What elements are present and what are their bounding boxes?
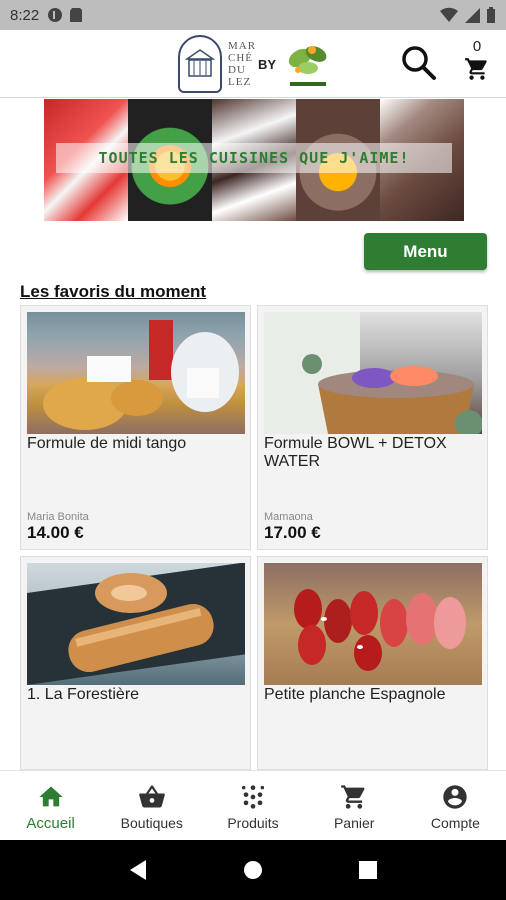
banner-text: TOUTES LES CUISINES QUE J'AIME! bbox=[98, 149, 410, 167]
logo-by: BY bbox=[258, 56, 277, 72]
status-time: 8:22 bbox=[10, 6, 40, 24]
nav-label: Panier bbox=[333, 815, 375, 831]
recents-button[interactable] bbox=[348, 850, 388, 890]
brand-logo[interactable]: MAR CHÉ DU LEZ BY bbox=[178, 34, 334, 94]
product-card[interactable]: 1. La Forestière bbox=[20, 556, 251, 770]
nav-label: Compte bbox=[430, 815, 480, 831]
logo-text: MAR CHÉ DU LEZ bbox=[228, 40, 257, 88]
promo-banner[interactable]: TOUTES LES CUISINES QUE J'AIME! bbox=[44, 99, 464, 221]
signal-icon bbox=[465, 8, 480, 23]
product-card[interactable]: Formule BOWL + DETOX WATER Mamaona 17.00… bbox=[257, 305, 488, 550]
cart-icon bbox=[341, 785, 365, 809]
product-image bbox=[264, 563, 482, 685]
nav-panier[interactable]: Panier bbox=[304, 771, 405, 840]
status-bar: 8:22 bbox=[0, 0, 506, 30]
nav-label: Boutiques bbox=[120, 815, 183, 831]
battery-icon bbox=[487, 7, 495, 23]
product-price: 14.00 € bbox=[27, 523, 84, 542]
cart-icon bbox=[465, 58, 487, 80]
account-icon bbox=[443, 785, 468, 809]
system-navigation-bar bbox=[0, 840, 506, 900]
product-name: Formule BOWL + DETOX WATER bbox=[264, 435, 447, 470]
product-card[interactable]: Formule de midi tango Maria Bonita 14.00… bbox=[20, 305, 251, 550]
nav-label: Produits bbox=[227, 815, 279, 831]
nav-produits[interactable]: Produits bbox=[202, 771, 303, 840]
app-notification-icon bbox=[48, 8, 63, 22]
product-card[interactable]: Petite planche Espagnole bbox=[257, 556, 488, 770]
bottom-navigation: Accueil Boutiques Produits Panier Compte bbox=[0, 770, 506, 840]
product-image bbox=[264, 312, 482, 434]
recents-square-icon bbox=[359, 861, 378, 879]
wifi-icon bbox=[440, 7, 458, 23]
product-image bbox=[27, 563, 245, 685]
basket-icon bbox=[138, 785, 165, 808]
back-triangle-icon bbox=[129, 860, 146, 880]
nav-compte[interactable]: Compte bbox=[405, 771, 506, 840]
banner-caption: TOUTES LES CUISINES QUE J'AIME! bbox=[56, 143, 452, 173]
cart-count-badge: 0 bbox=[472, 38, 482, 55]
search-icon bbox=[402, 46, 436, 80]
building-icon bbox=[185, 49, 215, 77]
product-vendor: Maria Bonita bbox=[27, 511, 89, 523]
header-cart-button[interactable]: 0 bbox=[462, 38, 492, 90]
home-icon bbox=[38, 786, 63, 807]
product-name: Formule de midi tango bbox=[27, 435, 187, 452]
home-button[interactable] bbox=[233, 850, 273, 890]
product-price: 17.00 € bbox=[264, 523, 321, 542]
nav-boutiques[interactable]: Boutiques bbox=[101, 771, 202, 840]
product-image bbox=[27, 312, 245, 434]
search-button[interactable] bbox=[400, 44, 438, 82]
nav-accueil[interactable]: Accueil bbox=[0, 771, 101, 840]
home-circle-icon bbox=[243, 861, 262, 879]
market-building-logo bbox=[178, 35, 222, 93]
menu-button[interactable]: Menu bbox=[364, 233, 487, 270]
partner-plant-logo bbox=[288, 46, 327, 86]
section-title: Les favoris du moment bbox=[20, 282, 207, 301]
back-button[interactable] bbox=[118, 850, 158, 890]
product-name: Petite planche Espagnole bbox=[264, 686, 446, 703]
app-header: MAR CHÉ DU LEZ BY 0 bbox=[0, 30, 506, 98]
product-vendor: Mamaona bbox=[264, 511, 313, 523]
nav-label: Accueil bbox=[26, 815, 75, 832]
grid-dots-icon bbox=[241, 785, 265, 809]
product-name: 1. La Forestière bbox=[27, 686, 140, 703]
sd-card-icon bbox=[70, 8, 83, 22]
